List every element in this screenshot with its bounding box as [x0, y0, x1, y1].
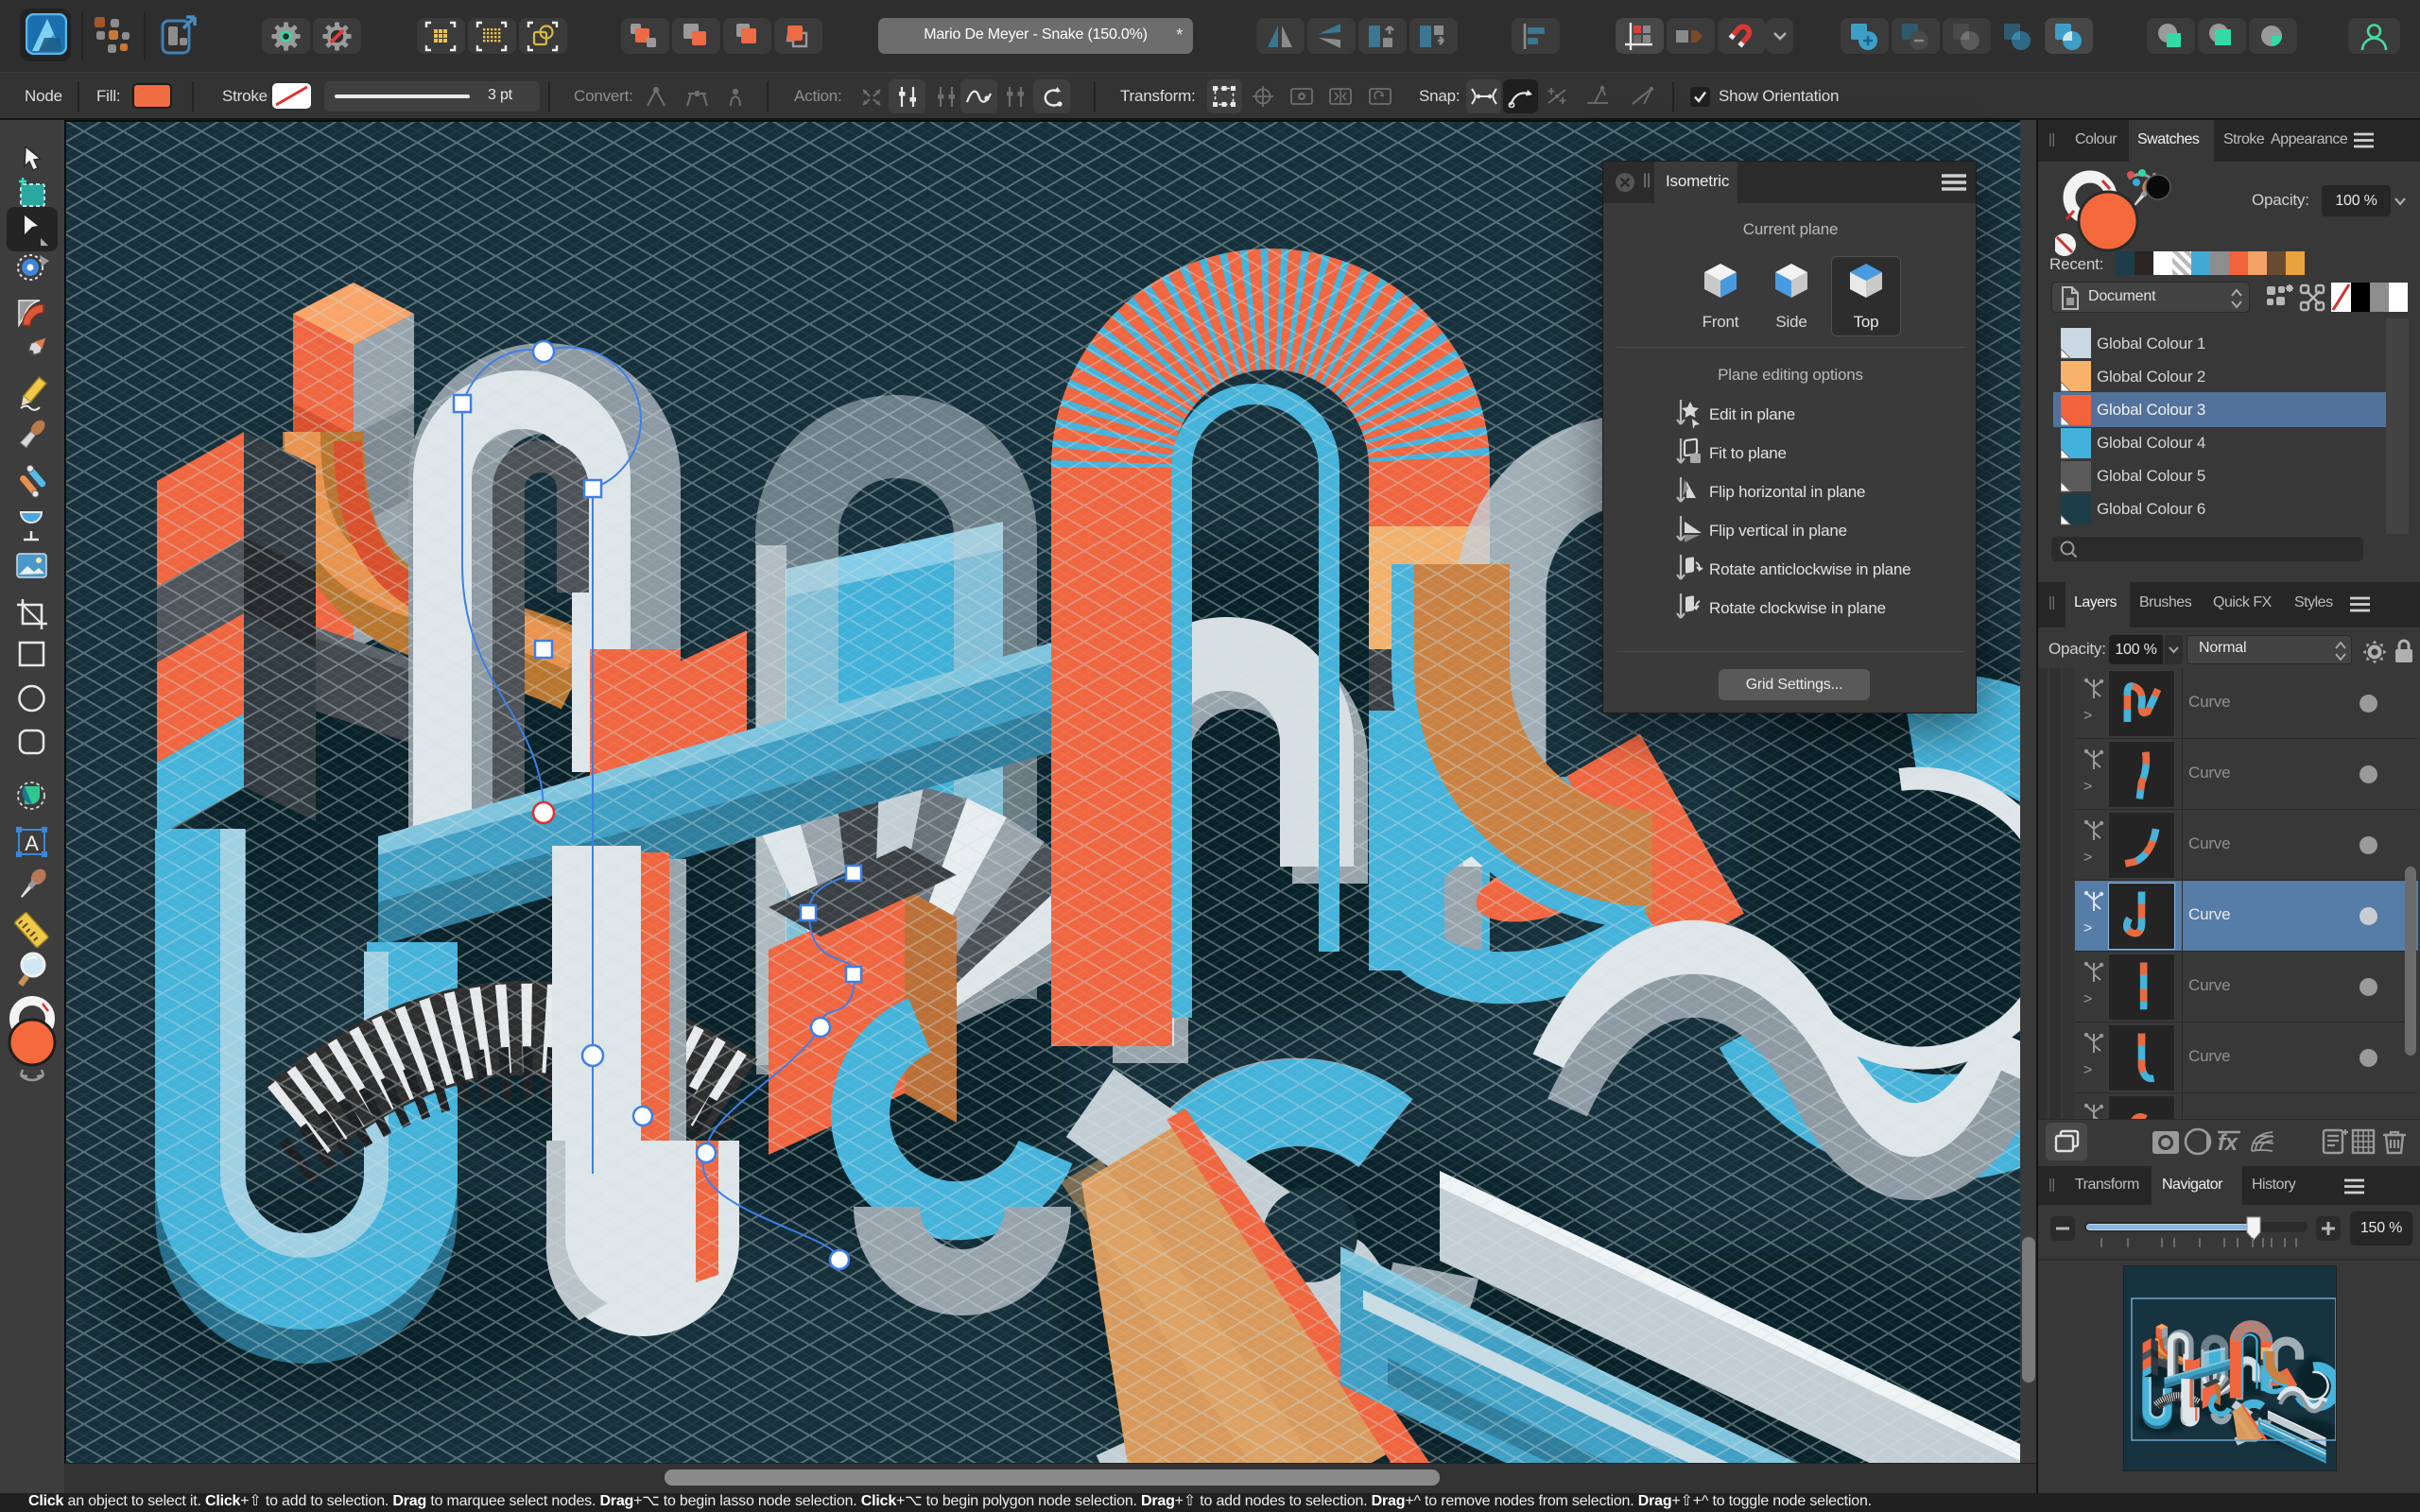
svg-text:A: A — [25, 832, 39, 855]
svg-text:fx: fx — [2218, 1130, 2239, 1156]
